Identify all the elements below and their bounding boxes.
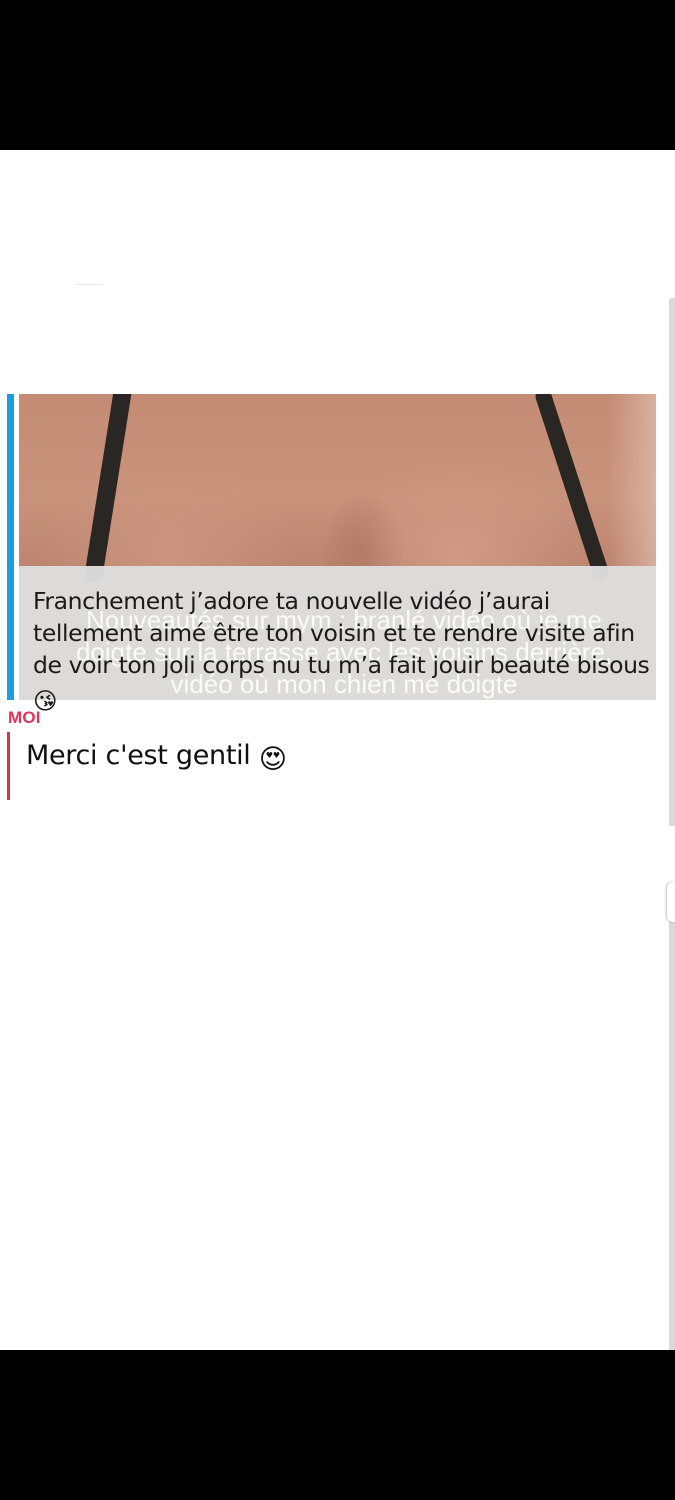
divider — [77, 284, 103, 285]
my-message[interactable]: Merci c'est gentil 😍 — [7, 732, 607, 800]
bottom-black-bar — [0, 1350, 675, 1500]
strap-left — [83, 394, 133, 585]
reply-accent-bar — [7, 394, 14, 700]
heart-eyes-emoji-icon: 😍 — [258, 744, 287, 775]
message-text: Merci c'est gentil 😍 — [26, 738, 287, 778]
quoted-reply-body: Franchement j’adore ta nouvelle vidéo j’… — [33, 587, 650, 679]
image-shade — [609, 394, 656, 566]
scrollbar-track[interactable] — [669, 298, 675, 826]
message-accent-bar — [7, 732, 10, 800]
sender-label: MOI — [8, 708, 41, 727]
media-image — [19, 394, 656, 585]
quoted-reply[interactable]: Nouveautés sur mym : branlé vidéo où je … — [7, 394, 656, 715]
top-black-bar — [0, 0, 675, 150]
chat-screen[interactable]: Nouveautés sur mym : branlé vidéo où je … — [0, 150, 675, 1350]
scrollbar-handle[interactable] — [667, 882, 675, 922]
scrollbar-track-lower[interactable] — [669, 884, 675, 1350]
quoted-reply-text: Franchement j’adore ta nouvelle vidéo j’… — [33, 585, 655, 717]
message-body: Merci c'est gentil — [26, 740, 251, 771]
strap-right — [533, 394, 611, 582]
